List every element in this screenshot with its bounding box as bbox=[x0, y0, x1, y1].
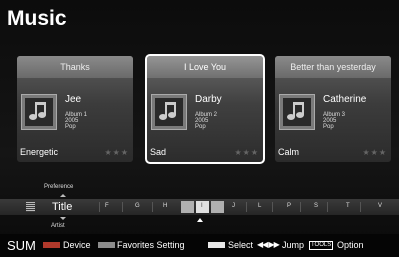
jump-button[interactable]: Jump bbox=[282, 240, 304, 250]
rewind-fastforward-icon: ◀◀ ▶▶ bbox=[257, 240, 280, 249]
divider bbox=[272, 202, 273, 212]
sort-option-current[interactable]: Title bbox=[52, 201, 72, 213]
music-card-1[interactable]: Thanks Jee Album 1 2005 Pop Energetic ★★… bbox=[17, 56, 133, 162]
song-title: Better than yesterday bbox=[275, 56, 391, 78]
artist-name: Catherine bbox=[323, 94, 367, 105]
divider bbox=[327, 202, 328, 212]
divider bbox=[152, 202, 153, 212]
album-art bbox=[21, 94, 57, 130]
page-title: Music bbox=[7, 7, 67, 30]
select-button[interactable]: Select bbox=[228, 240, 253, 250]
mood-label: Energetic bbox=[20, 147, 59, 157]
sort-option-artist[interactable]: Artist bbox=[51, 223, 65, 229]
option-button[interactable]: Option bbox=[337, 240, 364, 250]
jump-letter[interactable]: J bbox=[232, 203, 235, 209]
jump-letter[interactable]: G bbox=[135, 203, 140, 209]
divider bbox=[246, 202, 247, 212]
yellow-key-icon bbox=[208, 242, 225, 248]
album-genre: Pop bbox=[65, 124, 76, 130]
device-button[interactable]: Device bbox=[63, 240, 91, 250]
divider bbox=[300, 202, 301, 212]
jump-letter[interactable]: H bbox=[163, 203, 167, 209]
album-genre: Pop bbox=[323, 124, 334, 130]
brand-label: SUM bbox=[7, 238, 36, 253]
album-info: Album 3 2005 Pop bbox=[323, 112, 345, 130]
rating-stars: ★★★ bbox=[234, 148, 259, 157]
jump-letter[interactable]: F bbox=[105, 203, 109, 209]
sort-option-preference[interactable]: Preference bbox=[44, 184, 73, 190]
music-card-2[interactable]: I Love You Darby Album 2 2005 Pop Sad ★★… bbox=[145, 54, 265, 164]
music-note-icon bbox=[287, 102, 304, 120]
album-art bbox=[151, 94, 187, 130]
jump-letter[interactable]: S bbox=[314, 203, 318, 209]
divider bbox=[360, 202, 361, 212]
album-info: Album 1 2005 Pop bbox=[65, 112, 87, 130]
current-letter-caret-icon bbox=[197, 218, 203, 222]
letter-highlight bbox=[211, 201, 224, 213]
song-title: I Love You bbox=[147, 56, 263, 78]
list-icon bbox=[26, 202, 35, 212]
music-note-icon bbox=[29, 102, 46, 120]
artist-name: Darby bbox=[195, 94, 222, 105]
divider bbox=[99, 202, 100, 212]
jump-letter-selected[interactable]: I bbox=[201, 203, 203, 209]
album-art bbox=[279, 94, 315, 130]
jump-letter[interactable]: T bbox=[346, 203, 350, 209]
arrow-up-icon bbox=[60, 194, 66, 197]
music-note-icon bbox=[159, 102, 176, 120]
bottom-help-bar: SUM Device Favorites Setting Select ◀◀ ▶… bbox=[0, 234, 399, 257]
jump-letter[interactable]: V bbox=[378, 203, 382, 209]
green-key-icon bbox=[98, 242, 115, 248]
music-screen: Music Thanks Jee Album 1 2005 Pop Energe… bbox=[0, 0, 399, 257]
letter-highlight bbox=[181, 201, 194, 213]
jump-letter[interactable]: L bbox=[258, 203, 261, 209]
arrow-down-icon bbox=[60, 217, 66, 220]
tools-key-icon: TOOLS bbox=[309, 241, 334, 250]
divider bbox=[122, 202, 123, 212]
album-info: Album 2 2005 Pop bbox=[195, 112, 217, 130]
album-genre: Pop bbox=[195, 124, 206, 130]
favorites-setting-button[interactable]: Favorites Setting bbox=[117, 240, 185, 250]
red-key-icon bbox=[43, 242, 60, 248]
mood-label: Sad bbox=[150, 147, 167, 157]
rating-stars: ★★★ bbox=[104, 148, 129, 157]
artist-name: Jee bbox=[65, 94, 82, 105]
song-title: Thanks bbox=[17, 56, 133, 78]
jump-letter[interactable]: P bbox=[287, 203, 291, 209]
music-card-3[interactable]: Better than yesterday Catherine Album 3 … bbox=[275, 56, 391, 162]
mood-label: Calm bbox=[278, 147, 300, 157]
rating-stars: ★★★ bbox=[362, 148, 387, 157]
